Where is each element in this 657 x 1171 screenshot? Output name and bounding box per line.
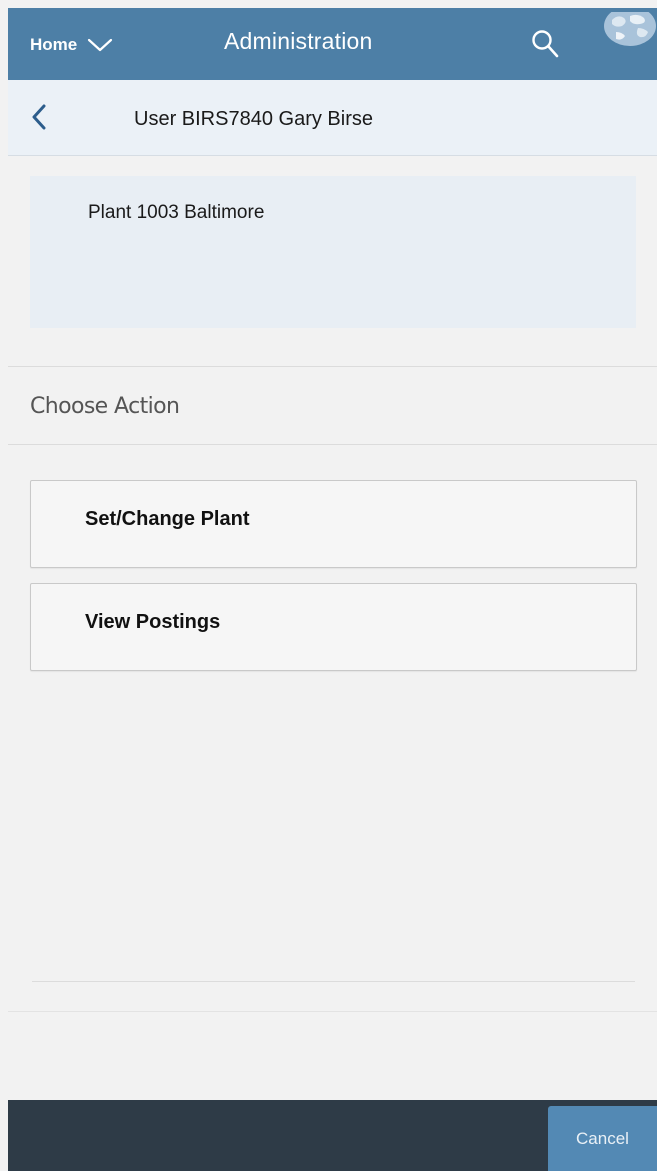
- divider: [8, 366, 657, 367]
- set-change-plant-button[interactable]: Set/Change Plant: [30, 480, 637, 568]
- action-label: View Postings: [85, 611, 221, 633]
- top-header-bar: Home Administration: [8, 8, 657, 80]
- divider: [32, 981, 635, 982]
- search-icon: [532, 30, 559, 58]
- view-postings-button[interactable]: View Postings: [30, 583, 637, 671]
- action-label: Set/Change Plant: [85, 508, 250, 530]
- home-label: Home: [30, 35, 78, 54]
- home-menu[interactable]: Home: [30, 30, 113, 60]
- footer-bar: Cancel: [8, 1100, 657, 1171]
- plant-info-text: Plant 1003 Baltimore: [88, 202, 265, 223]
- app-title: Administration: [224, 28, 373, 54]
- user-title: User BIRS7840 Gary Birse: [134, 108, 373, 130]
- chevron-left-icon: [32, 104, 46, 130]
- back-button[interactable]: [24, 100, 54, 134]
- search-button[interactable]: [528, 24, 562, 64]
- cancel-button[interactable]: Cancel: [548, 1106, 657, 1171]
- divider: [8, 444, 657, 445]
- globe-icon[interactable]: [596, 12, 657, 50]
- sub-header: User BIRS7840 Gary Birse: [8, 80, 657, 156]
- section-label: Choose Action: [30, 394, 180, 419]
- divider: [8, 1011, 657, 1012]
- chevron-down-icon: [88, 38, 113, 52]
- plant-info-card: Plant 1003 Baltimore: [30, 176, 636, 328]
